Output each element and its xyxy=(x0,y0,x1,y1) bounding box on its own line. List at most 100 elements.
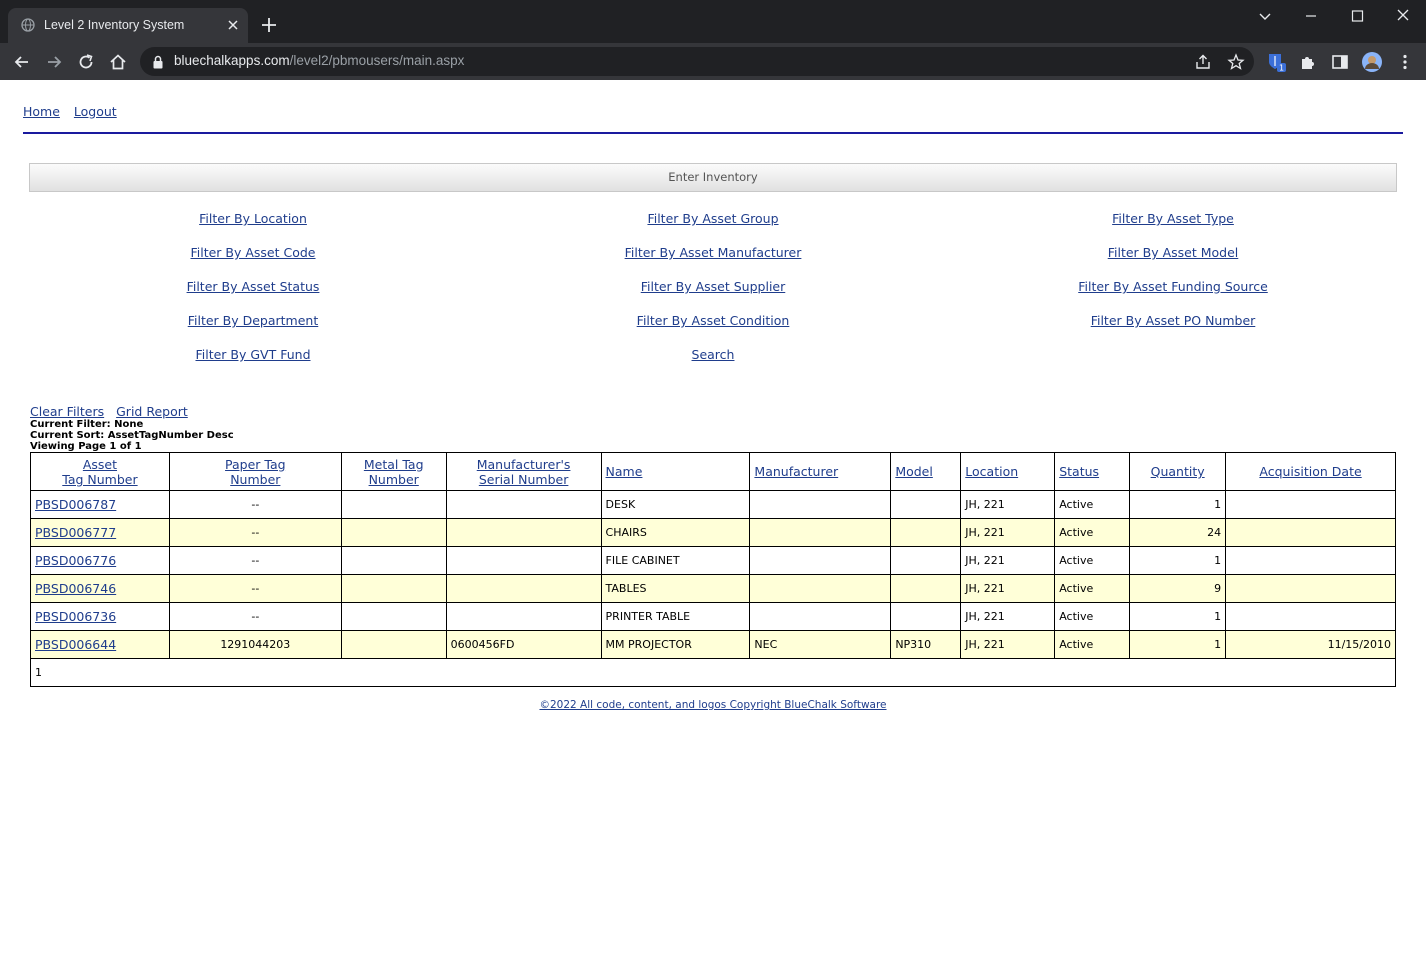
column-header-model[interactable]: Model xyxy=(890,452,962,491)
share-icon[interactable] xyxy=(1194,53,1212,71)
column-header-manufacturer[interactable]: Manufacturer xyxy=(749,452,892,491)
cell-acquisition-date xyxy=(1225,518,1396,547)
asset-tag-link[interactable]: PBSD006787 xyxy=(35,497,116,512)
cell-model xyxy=(890,602,962,631)
cell-asset-tag[interactable]: PBSD006777 xyxy=(30,518,170,547)
asset-tag-link[interactable]: PBSD006736 xyxy=(35,609,116,624)
filter-asset-group-link[interactable]: Filter By Asset Group xyxy=(647,211,778,226)
reload-icon[interactable] xyxy=(76,52,96,72)
column-header-quantity[interactable]: Quantity xyxy=(1129,452,1227,491)
new-tab-icon[interactable] xyxy=(259,15,279,35)
cell-asset-tag[interactable]: PBSD006644 xyxy=(30,630,170,659)
cell-status: Active xyxy=(1054,574,1131,603)
url-text[interactable]: bluechalkapps.com/level2/pbmousers/main.… xyxy=(174,53,464,68)
cell-quantity: 1 xyxy=(1129,630,1227,659)
bookmark-star-icon[interactable] xyxy=(1227,53,1245,71)
more-menu-icon[interactable] xyxy=(1395,52,1415,72)
address-bar[interactable]: bluechalkapps.com/level2/pbmousers/main.… xyxy=(140,47,1254,76)
filter-department-link[interactable]: Filter By Department xyxy=(188,313,319,328)
filter-asset-code-link[interactable]: Filter By Asset Code xyxy=(190,245,315,260)
pager-row: 1 xyxy=(30,658,1396,687)
close-tab-icon[interactable] xyxy=(224,16,242,34)
asset-tag-link[interactable]: PBSD006776 xyxy=(35,553,116,568)
profile-avatar-icon[interactable] xyxy=(1361,51,1383,73)
minimize-icon[interactable] xyxy=(1299,6,1323,26)
cell-quantity: 24 xyxy=(1129,518,1227,547)
home-icon[interactable] xyxy=(108,52,128,72)
column-header-asset-tag[interactable]: Asset Tag Number xyxy=(30,452,170,491)
cell-metal-tag xyxy=(340,574,447,603)
column-header-name[interactable]: Name xyxy=(600,452,751,491)
bitwarden-extension-icon[interactable]: 1 xyxy=(1266,52,1286,72)
cell-location: JH, 221 xyxy=(960,630,1056,659)
table-body: PBSD006787 -- DESK JH, 221 Active 1 PBSD006777… xyxy=(30,490,1396,687)
extension-badge: 1 xyxy=(1279,64,1284,73)
column-header-location[interactable]: Location xyxy=(960,452,1056,491)
lock-icon[interactable] xyxy=(152,55,164,69)
cell-metal-tag xyxy=(340,630,447,659)
cell-quantity: 1 xyxy=(1129,490,1227,519)
filter-asset-model-link[interactable]: Filter By Asset Model xyxy=(1108,245,1239,260)
filter-location-link[interactable]: Filter By Location xyxy=(199,211,307,226)
filter-row: Filter By GVT Fund Search xyxy=(29,340,1397,374)
asset-tag-link[interactable]: PBSD006746 xyxy=(35,581,116,596)
cell-acquisition-date: 11/15/2010 xyxy=(1225,630,1396,659)
cell-status: Active xyxy=(1054,630,1131,659)
pager-current-page: 1 xyxy=(30,658,1396,687)
enter-inventory-button[interactable]: Enter Inventory xyxy=(29,163,1397,192)
back-icon[interactable] xyxy=(12,52,32,72)
filter-po-number-link[interactable]: Filter By Asset PO Number xyxy=(1091,313,1256,328)
filter-gvt-fund-link[interactable]: Filter By GVT Fund xyxy=(195,347,310,362)
side-panel-icon[interactable] xyxy=(1330,52,1350,72)
grid-actions: Clear Filters Grid Report xyxy=(30,404,196,419)
search-link[interactable]: Search xyxy=(692,347,735,362)
close-window-icon[interactable] xyxy=(1391,6,1415,26)
browser-tab[interactable]: Level 2 Inventory System xyxy=(8,8,248,43)
forward-icon[interactable] xyxy=(44,52,64,72)
table-row: PBSD006644 1291044203 0600456FD MM PROJECTO… xyxy=(30,630,1396,659)
cell-acquisition-date xyxy=(1225,490,1396,519)
cell-model xyxy=(890,490,962,519)
asset-tag-link[interactable]: PBSD006644 xyxy=(35,637,116,652)
asset-tag-link[interactable]: PBSD006777 xyxy=(35,525,116,540)
cell-asset-tag[interactable]: PBSD006736 xyxy=(30,602,170,631)
cell-paper-tag: 1291044203 xyxy=(168,630,342,659)
cell-metal-tag xyxy=(340,546,447,575)
logout-link[interactable]: Logout xyxy=(74,104,117,119)
cell-serial-number xyxy=(445,518,602,547)
cell-serial-number xyxy=(445,574,602,603)
cell-status: Active xyxy=(1054,518,1131,547)
cell-paper-tag: -- xyxy=(168,602,342,631)
table-row: PBSD006736 -- PRINTER TABLE JH, 221 Active 1 xyxy=(30,602,1396,631)
tab-search-icon[interactable] xyxy=(1253,6,1277,26)
cell-paper-tag: -- xyxy=(168,574,342,603)
column-header-status[interactable]: Status xyxy=(1054,452,1131,491)
cell-asset-tag[interactable]: PBSD006787 xyxy=(30,490,170,519)
extensions-puzzle-icon[interactable] xyxy=(1298,52,1318,72)
filter-asset-supplier-link[interactable]: Filter By Asset Supplier xyxy=(641,279,786,294)
cell-asset-tag[interactable]: PBSD006746 xyxy=(30,574,170,603)
column-header-serial-number[interactable]: Manufacturer's Serial Number xyxy=(445,452,602,491)
filter-asset-condition-link[interactable]: Filter By Asset Condition xyxy=(637,313,790,328)
column-header-metal-tag[interactable]: Metal Tag Number xyxy=(340,452,447,491)
maximize-icon[interactable] xyxy=(1345,6,1369,26)
globe-icon xyxy=(21,18,35,32)
cell-quantity: 1 xyxy=(1129,546,1227,575)
cell-serial-number xyxy=(445,546,602,575)
cell-asset-tag[interactable]: PBSD006776 xyxy=(30,546,170,575)
cell-paper-tag: -- xyxy=(168,546,342,575)
filter-funding-source-link[interactable]: Filter By Asset Funding Source xyxy=(1078,279,1268,294)
cell-location: JH, 221 xyxy=(960,490,1056,519)
home-link[interactable]: Home xyxy=(23,104,60,119)
column-header-paper-tag[interactable]: Paper Tag Number xyxy=(168,452,342,491)
grid-report-link[interactable]: Grid Report xyxy=(116,404,188,419)
cell-location: JH, 221 xyxy=(960,574,1056,603)
cell-manufacturer xyxy=(749,602,892,631)
table-row: PBSD006776 -- FILE CABINET JH, 221 Active 1 xyxy=(30,546,1396,575)
copyright-link[interactable]: ©2022 All code, content, and logos Copyr… xyxy=(539,699,886,711)
filter-asset-manufacturer-link[interactable]: Filter By Asset Manufacturer xyxy=(625,245,802,260)
column-header-acquisition-date[interactable]: Acquisition Date xyxy=(1225,452,1396,491)
filter-asset-status-link[interactable]: Filter By Asset Status xyxy=(187,279,320,294)
clear-filters-link[interactable]: Clear Filters xyxy=(30,404,104,419)
filter-asset-type-link[interactable]: Filter By Asset Type xyxy=(1112,211,1234,226)
